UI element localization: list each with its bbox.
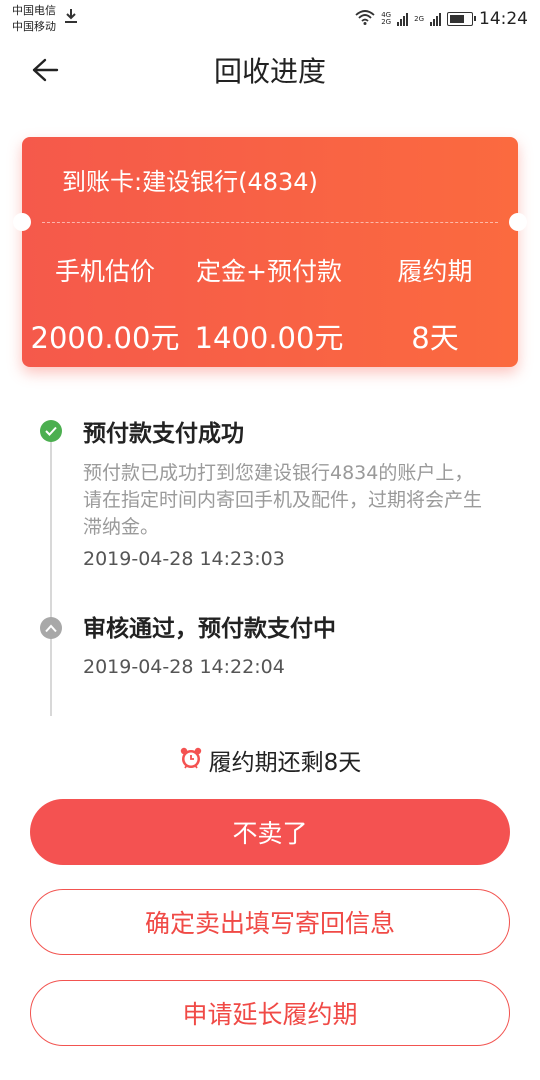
network-type-2: 2G <box>414 14 424 23</box>
estimate-label: 手机估价 <box>54 257 155 286</box>
deposit-value: 1400.00元 <box>194 321 344 355</box>
payout-account: 到账卡:建设银行(4834) <box>62 168 318 196</box>
term-label: 履约期 <box>397 257 473 286</box>
timeline-title-2: 审核通过，预付款支付中 <box>83 616 336 642</box>
card-divider <box>42 222 498 223</box>
remaining-text: 履约期还剩8天 <box>208 750 362 776</box>
timeline-title-1: 预付款支付成功 <box>83 421 244 447</box>
signal-strength-icon-2 <box>430 12 441 26</box>
status-bar: 中国电信 中国移动 4G 2G 2G 14:24 <box>0 0 540 38</box>
carrier-2: 中国移动 <box>12 20 56 33</box>
settlement-card: 到账卡:建设银行(4834) 手机估价 2000.00元 定金+预付款 1400… <box>13 137 527 367</box>
network-label-2: 2G <box>414 14 424 23</box>
card-notch-right <box>509 213 527 231</box>
timeline-time-1: 2019-04-28 14:23:03 <box>83 548 285 570</box>
term-value: 8天 <box>411 321 459 355</box>
remaining-period: 履约期还剩8天 <box>0 746 540 780</box>
wifi-icon <box>355 9 375 29</box>
timeline-description-1: 预付款已成功打到您建设银行4834的账户上，请在指定时间内寄回手机及配件，过期将… <box>83 462 483 538</box>
status-time: 14:24 <box>479 9 528 29</box>
alarm-clock-icon <box>179 746 203 780</box>
estimate-value: 2000.00元 <box>30 321 180 355</box>
deposit-label: 定金+预付款 <box>196 257 342 286</box>
check-icon <box>40 420 62 442</box>
page-title: 回收进度 <box>213 55 326 88</box>
chevron-up-icon <box>40 617 62 639</box>
network-label-bottom: 2G <box>381 18 392 26</box>
card-notch-left <box>13 213 31 231</box>
confirm-sale-button[interactable]: 确定卖出填写寄回信息 <box>30 889 510 955</box>
battery-icon <box>447 12 476 26</box>
extend-term-button[interactable]: 申请延长履约期 <box>30 980 510 1046</box>
carrier-names: 中国电信 中国移动 <box>12 3 56 35</box>
signal-strength-icon <box>397 12 409 26</box>
carrier-1: 中国电信 <box>12 4 56 17</box>
timeline-time-2: 2019-04-28 14:22:04 <box>83 656 285 678</box>
network-type-1: 4G 2G <box>381 12 391 26</box>
cancel-sale-button[interactable]: 不卖了 <box>30 799 510 865</box>
timeline-line <box>50 440 52 716</box>
download-icon <box>64 8 78 28</box>
